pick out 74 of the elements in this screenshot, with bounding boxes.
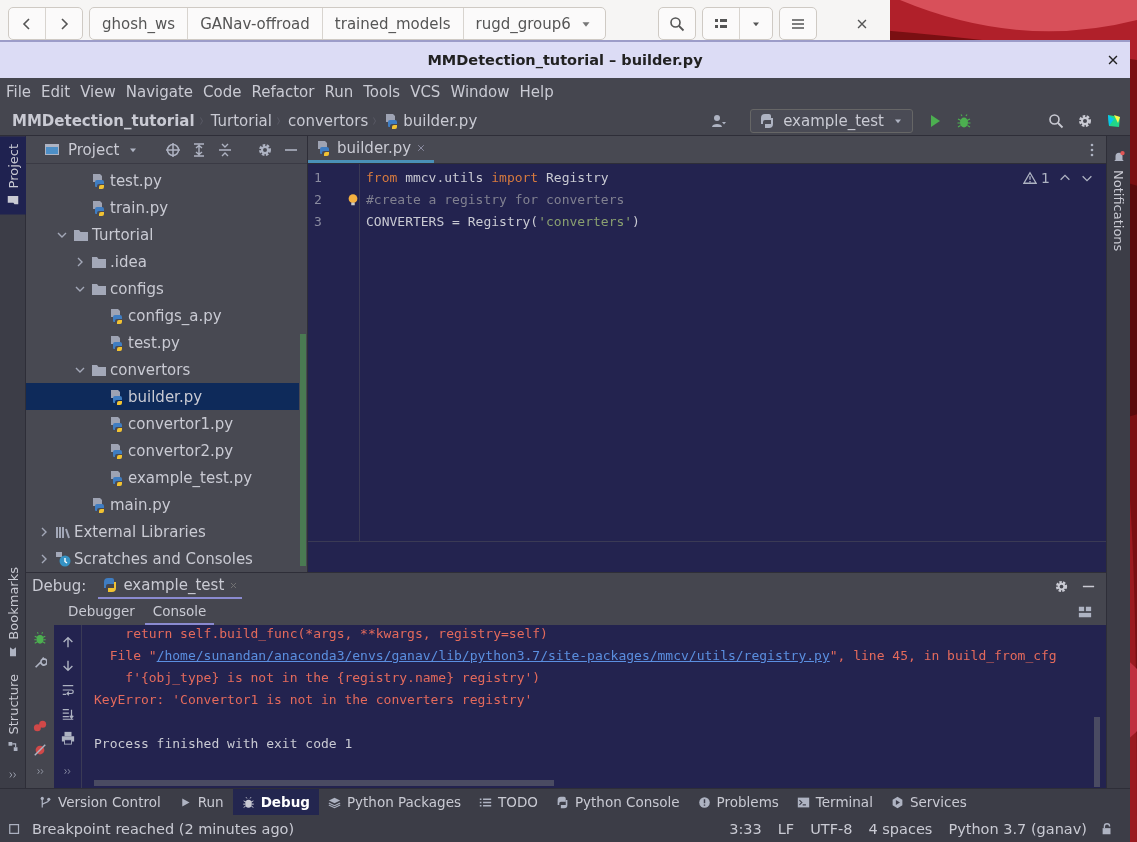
notifications-tab[interactable]: Notifications [1106,142,1131,260]
status-item[interactable]: 4 spaces [865,820,936,837]
menu-item[interactable]: Refactor [247,83,321,101]
tool-window-button[interactable]: Debug [232,788,319,816]
tool-window-button[interactable]: Services [881,788,976,816]
path-button[interactable]: ghosh_ws [90,8,188,39]
tool-window-button[interactable]: Python Console [546,788,689,816]
line-number: 2 [314,191,322,209]
breadcrumb-item[interactable]: convertors [287,111,369,130]
debug-tab[interactable]: example_test [98,573,243,599]
tree-item[interactable]: convertor1.py [26,410,299,437]
tree-item[interactable]: Scratches and Consoles [26,545,299,572]
status-item[interactable]: LF [774,820,798,837]
tool-window-button[interactable]: Problems [688,788,788,816]
breadcrumb-item[interactable]: builder.py [403,111,478,130]
tree-item[interactable]: .idea [26,248,299,275]
line-number: 1 [314,169,322,187]
status-item[interactable]: UTF-8 [807,820,856,837]
window-title: MMDetection_tutorial – builder.py [427,52,703,68]
side-tab[interactable]: Bookmarks [0,558,26,666]
tree-item[interactable]: convertors [26,356,299,383]
tool-window-button[interactable]: Terminal [787,788,882,816]
file-link[interactable]: /home/sunandan/anaconda3/envs/ganav/lib/python3.7/site-packages/mmcv/utils/registry.py [156,648,830,663]
menu-item[interactable]: View [76,83,122,101]
tool-window-button[interactable]: Python Packages [318,788,470,816]
status-item[interactable]: Python 3.7 (ganav) [945,820,1090,837]
debug-subtab[interactable]: Debugger [60,600,143,625]
path-button[interactable]: trained_models [321,8,463,39]
tree-item[interactable]: builder.py [26,383,299,410]
tree-item[interactable]: External Libraries [26,518,299,545]
menu-item[interactable]: Run [320,83,360,101]
line-number: 3 [314,213,322,231]
tree-item[interactable]: configs_a.py [26,302,299,329]
console-text: ", line 45, in build_from_cfg [829,648,1057,663]
breadcrumb-item[interactable]: Turtorial [210,111,272,130]
tool-window-button[interactable]: Run [169,788,233,816]
path-button[interactable]: GANav-offroad [187,8,322,39]
project-view-dropdown[interactable]: Project [38,139,146,160]
menu-item[interactable]: File [2,83,38,101]
side-tab[interactable]: Structure [0,665,26,760]
tree-item[interactable]: test.py [26,329,299,356]
console-line: KeyError: 'Convertor1 is not in the converters registry' [94,691,533,709]
run-configuration-dropdown[interactable]: example_test [750,108,913,133]
path-button[interactable]: rugd_group6 [462,8,605,39]
warning-count[interactable]: 1 [1023,170,1050,186]
console-line: f'{obj_type} is not in the {registry.name} registry') [124,669,541,687]
menu-item[interactable]: VCS [406,83,447,101]
tree-item[interactable]: configs [26,275,299,302]
console-line: return self.build_func(*args, **kwargs, registry=self) [124,625,548,643]
code-line: from mmcv.utils import Registry [366,169,609,187]
console-line: Process finished with exit code 1 [94,735,353,753]
menu-item[interactable]: Window [446,83,516,101]
menu-item[interactable]: Code [199,83,248,101]
menu-item[interactable]: Edit [37,83,77,101]
breadcrumb-item[interactable]: MMDetection_tutorial [12,111,195,130]
tree-item[interactable]: train.py [26,194,299,221]
status-message: Breakpoint reached (2 minutes ago) [32,820,295,837]
tree-item[interactable]: convertor2.py [26,437,299,464]
tree-item[interactable]: test.py [26,167,299,194]
menu-item[interactable]: Help [515,83,560,101]
menu-item[interactable]: Tools [359,83,407,101]
editor-tab[interactable]: builder.py [308,136,435,163]
menu-item[interactable]: Navigate [121,83,200,101]
side-tab[interactable]: Project [0,136,26,215]
code-line: CONVERTERS = Registry('converters') [366,213,640,231]
tree-item[interactable]: main.py [26,491,299,518]
status-item[interactable]: 3:33 [726,820,765,837]
panel-title: Debug: [32,577,87,595]
tree-item[interactable]: Turtorial [26,221,299,248]
tree-item[interactable]: example_test.py [26,464,299,491]
tool-window-button[interactable]: TODO [470,788,547,816]
console-text: File " [108,648,157,663]
code-line: #create a registry for converters [366,191,625,209]
tool-window-button[interactable]: Version Control [30,788,170,816]
